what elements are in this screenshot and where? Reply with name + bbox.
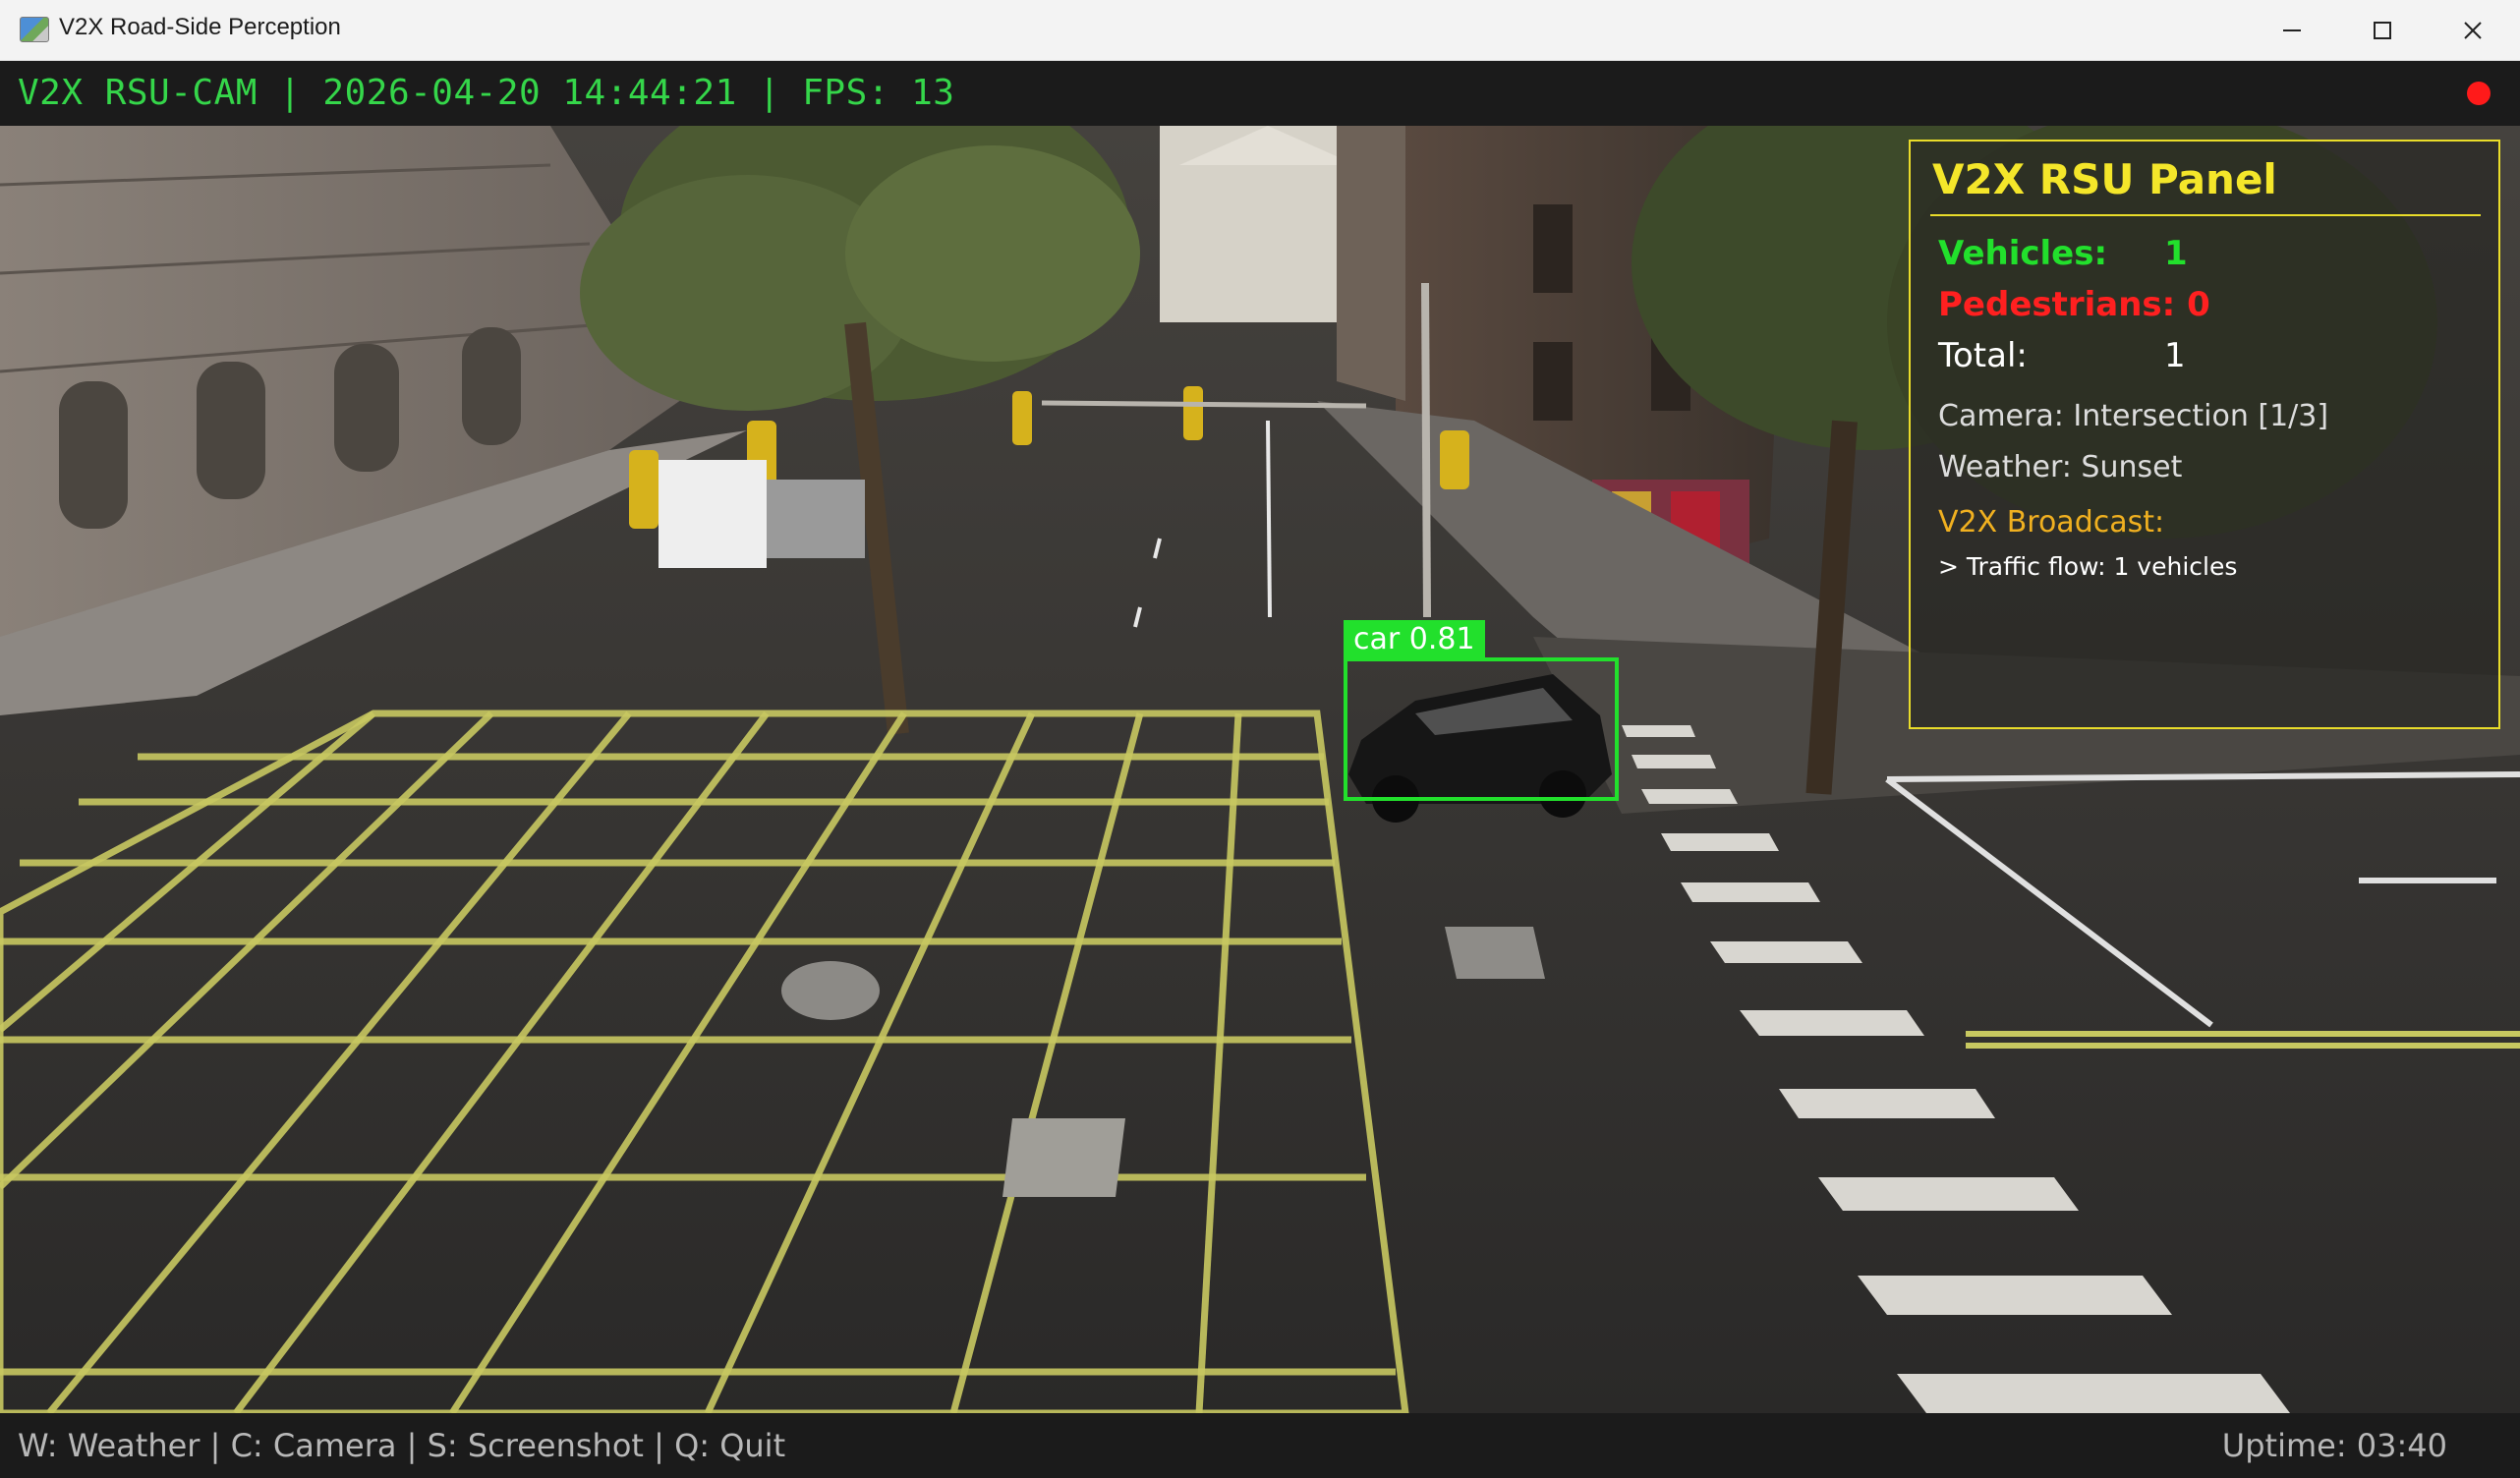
minimize-icon	[2283, 29, 2301, 31]
hud-status-bar: V2X RSU-CAM | 2026-04-20 14:44:21 | FPS:…	[0, 61, 2520, 126]
recording-indicator	[2467, 82, 2491, 105]
vehicles-value: 1	[2164, 234, 2188, 273]
title-bar[interactable]: V2X Road-Side Perception	[0, 0, 2520, 61]
detection-label: car 0.81	[1344, 620, 1485, 659]
uptime-text: Uptime: 03:40	[2221, 1427, 2447, 1464]
panel-divider	[1930, 214, 2481, 216]
vehicles-count-row: Vehicles: 1	[1938, 234, 2188, 273]
app-window: V2X Road-Side Perception V2X RSU-CAM | 2…	[0, 0, 2520, 1478]
keyboard-shortcuts: W: Weather | C: Camera | S: Screenshot |…	[18, 1427, 786, 1464]
pedestrians-label: Pedestrians:	[1938, 285, 2176, 324]
maximize-button[interactable]	[2337, 0, 2428, 61]
app-icon	[20, 17, 49, 42]
window-title: V2X Road-Side Perception	[59, 14, 341, 40]
hud-status-text: V2X RSU-CAM | 2026-04-20 14:44:21 | FPS:…	[18, 73, 955, 113]
total-value: 1	[2164, 336, 2186, 375]
maximize-icon	[2374, 22, 2391, 39]
rsu-info-panel: V2X RSU Panel Vehicles: 1 Pedestrians: 0 …	[1909, 140, 2500, 729]
broadcast-message: > Traffic flow: 1 vehicles	[1938, 552, 2238, 581]
panel-title: V2X RSU Panel	[1932, 155, 2277, 203]
pedestrians-count-row: Pedestrians: 0	[1938, 285, 2210, 324]
vehicles-label: Vehicles:	[1938, 234, 2108, 273]
close-button[interactable]	[2428, 0, 2518, 61]
total-count-row: Total: 1	[1938, 336, 2186, 375]
pedestrians-value: 0	[2187, 285, 2210, 324]
hud-footer-bar: W: Weather | C: Camera | S: Screenshot |…	[0, 1413, 2520, 1478]
minimize-button[interactable]	[2247, 0, 2337, 61]
weather-info: Weather: Sunset	[1938, 450, 2183, 484]
broadcast-label: V2X Broadcast:	[1938, 505, 2165, 540]
close-icon	[2464, 22, 2482, 39]
detection-bounding-box	[1344, 657, 1619, 801]
camera-info: Camera: Intersection [1/3]	[1938, 399, 2329, 433]
total-label: Total:	[1938, 336, 2028, 375]
